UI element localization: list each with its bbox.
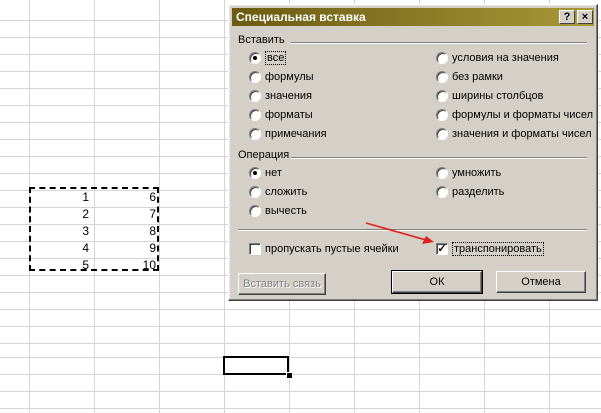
radio-paste-formulas-number-formats[interactable]: формулы и форматы чисел	[436, 107, 593, 123]
radio-circle-icon	[436, 128, 448, 140]
radio-op-divide[interactable]: разделить	[436, 184, 504, 200]
radio-paste-values-number-formats[interactable]: значения и форматы чисел	[436, 126, 592, 142]
dialog-title: Специальная вставка	[236, 10, 366, 24]
paste-group-divider	[291, 42, 587, 44]
radio-paste-values[interactable]: значения	[249, 88, 312, 104]
radio-circle-icon	[436, 167, 448, 179]
operation-group-divider	[291, 157, 587, 159]
checkbox-empty-icon	[249, 243, 261, 255]
radio-circle-icon	[436, 186, 448, 198]
radio-paste-formulas[interactable]: формулы	[249, 69, 314, 85]
paste-special-dialog: Специальная вставка ? × Вставить все фор…	[228, 4, 598, 301]
paste-link-button[interactable]: Вставить связь	[238, 273, 326, 295]
cell-b2[interactable]: 7	[98, 206, 156, 223]
radio-op-subtract[interactable]: вычесть	[249, 203, 307, 219]
radio-circle-icon	[436, 71, 448, 83]
cell-b5[interactable]: 10	[98, 257, 156, 274]
radio-paste-formats[interactable]: форматы	[249, 107, 313, 123]
cell-b4[interactable]: 9	[98, 240, 156, 257]
radio-circle-icon	[249, 71, 261, 83]
cancel-button[interactable]: Отмена	[496, 271, 586, 293]
operation-group-label: Операция	[238, 149, 290, 161]
radio-circle-icon	[249, 109, 261, 121]
radio-circle-icon	[249, 128, 261, 140]
cell-a3[interactable]: 3	[31, 223, 89, 240]
cell-b1[interactable]: 6	[98, 189, 156, 206]
cell-a2[interactable]: 2	[31, 206, 89, 223]
radio-circle-icon	[249, 186, 261, 198]
radio-circle-icon	[249, 205, 261, 217]
cell-a5[interactable]: 5	[31, 257, 89, 274]
radio-dot-icon	[249, 52, 261, 64]
ok-button[interactable]: ОК	[391, 270, 483, 294]
radio-paste-no-borders[interactable]: без рамки	[436, 69, 503, 85]
paste-group-label: Вставить	[238, 34, 285, 46]
radio-circle-icon	[249, 90, 261, 102]
radio-circle-icon	[436, 109, 448, 121]
radio-paste-validation[interactable]: условия на значения	[436, 50, 559, 66]
cell-a4[interactable]: 4	[31, 240, 89, 257]
cell-a1[interactable]: 1	[31, 189, 89, 206]
close-icon: ×	[581, 11, 589, 23]
annotation-arrow-icon	[365, 222, 434, 244]
radio-paste-comments[interactable]: примечания	[249, 126, 327, 142]
help-icon: ?	[563, 11, 571, 23]
radio-circle-icon	[436, 52, 448, 64]
cell-b3[interactable]: 8	[98, 223, 156, 240]
close-button[interactable]: ×	[577, 10, 593, 24]
radio-op-add[interactable]: сложить	[249, 184, 307, 200]
radio-circle-icon	[436, 90, 448, 102]
help-button[interactable]: ?	[559, 10, 575, 24]
radio-paste-all[interactable]: все	[249, 50, 287, 66]
radio-dot-icon	[249, 167, 261, 179]
transpose-checkbox[interactable]: ✓ транспонировать	[436, 241, 544, 257]
active-cell[interactable]	[223, 356, 289, 375]
radio-paste-column-widths[interactable]: ширины столбцов	[436, 88, 543, 104]
fill-handle[interactable]	[286, 372, 293, 379]
radio-op-none[interactable]: нет	[249, 165, 282, 181]
radio-op-multiply[interactable]: умножить	[436, 165, 501, 181]
dialog-titlebar[interactable]: Специальная вставка	[232, 8, 594, 26]
